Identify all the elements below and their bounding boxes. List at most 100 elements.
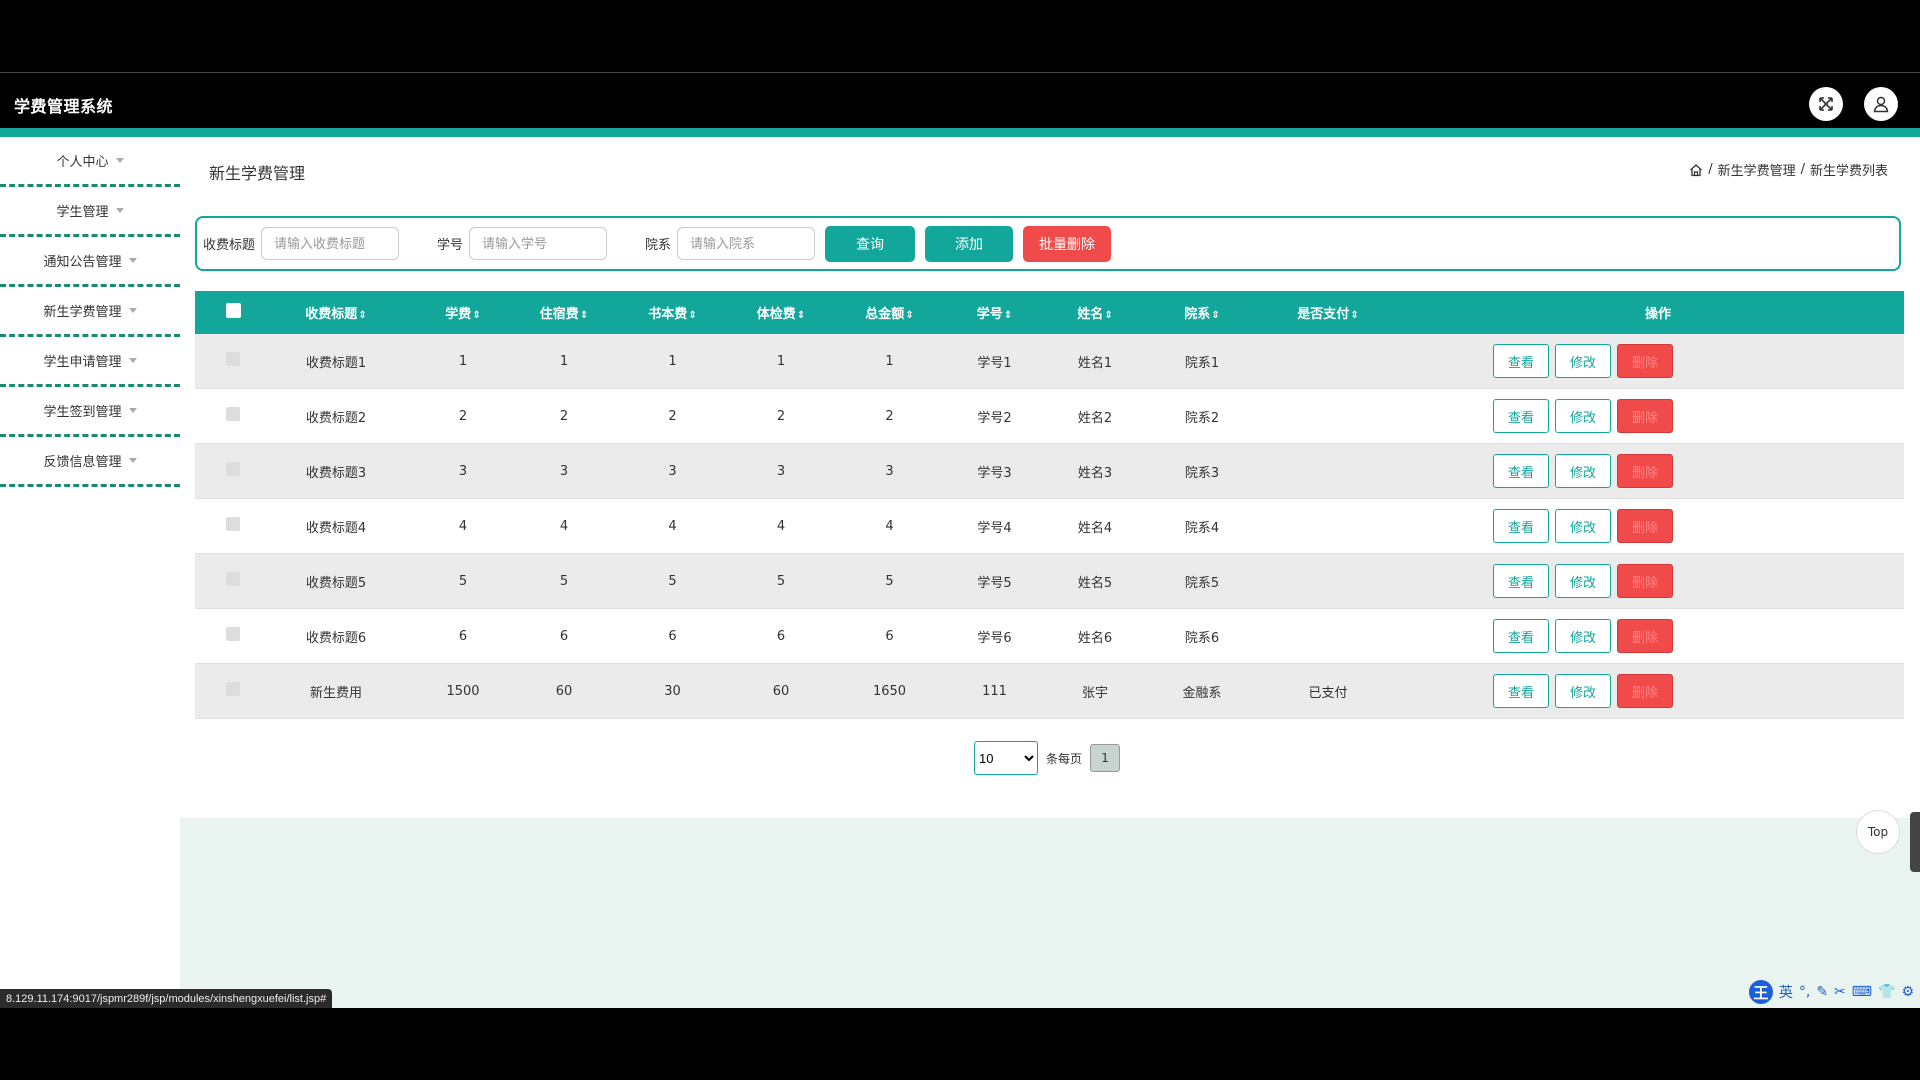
cell-total: 4 — [820, 498, 959, 554]
user-button[interactable] — [1864, 87, 1898, 121]
breadcrumb: / 新生学费管理 / 新生学费列表 — [1689, 160, 1888, 179]
caret-down-icon — [128, 358, 137, 363]
cell-yuanxi: 院系4 — [1160, 498, 1244, 554]
row-select-cell — [195, 443, 271, 499]
cell-tuition: 5 — [401, 553, 525, 609]
back-to-top-button[interactable]: Top — [1856, 810, 1900, 854]
sidebar-item-freshman-fee-management[interactable]: 新生学费管理 — [0, 287, 180, 337]
sort-icon: ⇕ — [579, 310, 589, 321]
xuehao-search-input[interactable] — [469, 227, 608, 260]
sidebar-item-personal-center[interactable]: 个人中心 — [0, 137, 180, 187]
cell-paid — [1244, 608, 1412, 664]
row-checkbox[interactable] — [226, 682, 240, 696]
sidebar-item-signin-management[interactable]: 学生签到管理 — [0, 387, 180, 437]
cell-title: 收费标题1 — [271, 334, 401, 389]
row-checkbox[interactable] — [226, 352, 240, 366]
sidebar-item-label: 反馈信息管理 — [43, 455, 122, 470]
delete-button[interactable]: 删除 — [1617, 399, 1674, 433]
fullscreen-button[interactable] — [1809, 87, 1843, 121]
edit-button[interactable]: 修改 — [1555, 564, 1612, 598]
page-size-select[interactable]: 10 — [974, 741, 1038, 775]
page-number-button[interactable]: 1 — [1090, 744, 1121, 772]
ime-scissors-icon[interactable]: ✂ — [1834, 984, 1846, 1000]
cell-yuanxi: 院系2 — [1160, 388, 1244, 444]
view-button[interactable]: 查看 — [1493, 674, 1550, 708]
table-row: 收费标题4 4 4 4 4 4 学号4 姓名4 院系4 查看 修改 删除 — [195, 498, 1904, 554]
edit-button[interactable]: 修改 — [1555, 344, 1612, 378]
sidebar-item-student-management[interactable]: 学生管理 — [0, 187, 180, 237]
sidebar-item-feedback-management[interactable]: 反馈信息管理 — [0, 437, 180, 487]
add-button[interactable]: 添加 — [925, 225, 1014, 262]
sidebar-item-label: 学生签到管理 — [43, 405, 122, 420]
delete-button[interactable]: 删除 — [1617, 509, 1674, 543]
column-header-books[interactable]: 书本费⇕ — [603, 291, 742, 334]
ime-pen-icon[interactable]: ✎ — [1816, 984, 1828, 1000]
row-checkbox[interactable] — [226, 462, 240, 476]
sidebar: 个人中心 学生管理 通知公告管理 新生学费管理 学生申请管理 学生签到管理 反馈… — [0, 137, 180, 487]
edit-button[interactable]: 修改 — [1555, 454, 1612, 488]
cell-books: 30 — [603, 663, 742, 719]
column-header-yuanxi[interactable]: 院系⇕ — [1160, 291, 1244, 334]
ime-keyboard-icon[interactable]: ⌨ — [1852, 984, 1872, 1000]
row-select-cell — [195, 663, 271, 719]
column-header-dorm[interactable]: 住宿费⇕ — [525, 291, 603, 334]
query-button[interactable]: 查询 — [825, 225, 916, 262]
ime-toolbar: 王 英 °, ✎ ✂ ⌨ 👕 ⚙ — [1748, 980, 1914, 1004]
edit-button[interactable]: 修改 — [1555, 509, 1612, 543]
home-icon[interactable] — [1689, 163, 1703, 177]
batch-delete-button[interactable]: 批量删除 — [1023, 225, 1112, 262]
column-header-title[interactable]: 收费标题⇕ — [271, 291, 401, 334]
ime-language-toggle[interactable]: 英 — [1779, 982, 1793, 1002]
ime-skin-icon[interactable]: 👕 — [1878, 984, 1895, 1000]
delete-button[interactable]: 删除 — [1617, 619, 1674, 653]
view-button[interactable]: 查看 — [1493, 454, 1550, 488]
column-header-name[interactable]: 姓名⇕ — [1030, 291, 1160, 334]
column-header-xuehao[interactable]: 学号⇕ — [959, 291, 1030, 334]
view-button[interactable]: 查看 — [1493, 344, 1550, 378]
edit-button[interactable]: 修改 — [1555, 399, 1612, 433]
view-button[interactable]: 查看 — [1493, 399, 1550, 433]
row-checkbox[interactable] — [226, 517, 240, 531]
yuanxi-search-input[interactable] — [677, 227, 816, 260]
cell-dorm: 1 — [525, 334, 603, 389]
view-button[interactable]: 查看 — [1493, 564, 1550, 598]
title-search-input[interactable] — [261, 227, 400, 260]
row-checkbox[interactable] — [226, 572, 240, 586]
breadcrumb-separator: / — [1800, 162, 1805, 177]
select-all-checkbox[interactable] — [225, 303, 241, 318]
footer-area — [180, 818, 1920, 1008]
cell-books: 1 — [603, 334, 742, 389]
ime-logo-icon[interactable]: 王 — [1748, 980, 1773, 1004]
cell-medical: 5 — [742, 553, 820, 609]
navbar: 学费管理系统 — [0, 73, 1920, 128]
sort-icon: ⇕ — [1003, 310, 1013, 321]
sidebar-item-application-management[interactable]: 学生申请管理 — [0, 337, 180, 387]
ime-settings-icon[interactable]: ⚙ — [1901, 984, 1914, 1000]
sort-icon: ⇕ — [358, 310, 367, 321]
cell-dorm: 6 — [525, 608, 603, 664]
row-checkbox[interactable] — [226, 627, 240, 641]
ime-punctuation-icon[interactable]: °, — [1799, 984, 1810, 1000]
row-select-cell — [195, 498, 271, 554]
column-header-paid[interactable]: 是否支付⇕ — [1244, 291, 1412, 334]
column-header-total[interactable]: 总金额⇕ — [820, 291, 959, 334]
cell-medical: 60 — [742, 663, 820, 719]
sidebar-item-notice-management[interactable]: 通知公告管理 — [0, 237, 180, 287]
column-header-tuition[interactable]: 学费⇕ — [401, 291, 525, 334]
view-button[interactable]: 查看 — [1493, 509, 1550, 543]
side-drawer-handle[interactable] — [1910, 812, 1920, 872]
view-button[interactable]: 查看 — [1493, 619, 1550, 653]
select-all-cell — [195, 291, 271, 334]
row-checkbox[interactable] — [226, 407, 240, 421]
edit-button[interactable]: 修改 — [1555, 674, 1612, 708]
delete-button[interactable]: 删除 — [1617, 674, 1674, 708]
column-header-medical[interactable]: 体检费⇕ — [742, 291, 820, 334]
breadcrumb-item[interactable]: 新生学费管理 — [1718, 160, 1796, 179]
row-select-cell — [195, 553, 271, 609]
delete-button[interactable]: 删除 — [1617, 564, 1674, 598]
delete-button[interactable]: 删除 — [1617, 344, 1674, 378]
cell-name: 姓名6 — [1030, 608, 1160, 664]
edit-button[interactable]: 修改 — [1555, 619, 1612, 653]
delete-button[interactable]: 删除 — [1617, 454, 1674, 488]
sidebar-item-label: 个人中心 — [56, 155, 109, 170]
